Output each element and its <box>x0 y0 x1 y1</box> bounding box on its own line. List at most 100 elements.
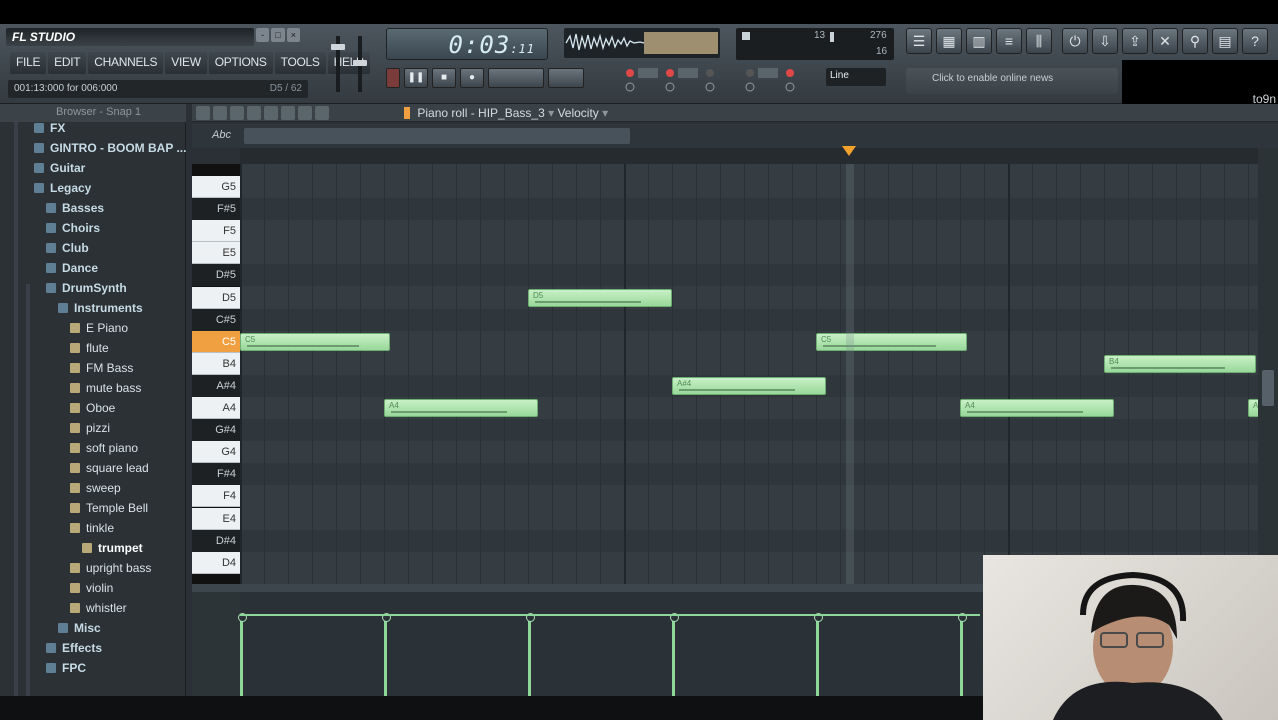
browser-file[interactable]: Oboe <box>70 398 115 418</box>
piano-key[interactable]: A4 <box>192 397 240 420</box>
menu-options[interactable]: OPTIONS <box>208 52 273 74</box>
note[interactable]: C5 <box>240 332 390 351</box>
menu-tools[interactable]: TOOLS <box>274 52 326 74</box>
vertical-scrollbar[interactable] <box>1258 148 1278 584</box>
step-sequencer-icon[interactable]: ▦ <box>936 28 962 54</box>
piano-key[interactable]: D#4 <box>192 529 240 552</box>
help-icon[interactable]: ? <box>1242 28 1268 54</box>
tempo-display[interactable] <box>488 68 544 88</box>
piano-key[interactable]: A#4 <box>192 374 240 397</box>
note[interactable]: D5 <box>528 288 672 307</box>
piano-key[interactable]: F#5 <box>192 198 240 221</box>
slice-tool-icon[interactable] <box>264 106 278 120</box>
note[interactable]: A4 <box>384 399 538 417</box>
mute-tool-icon[interactable] <box>247 106 261 120</box>
minimize-button[interactable]: - <box>256 28 270 42</box>
browser-folder[interactable]: Legacy <box>34 178 91 198</box>
stamp-label[interactable]: Abc <box>212 129 231 141</box>
velocity-bar[interactable] <box>238 613 247 696</box>
piano-key[interactable]: D5 <box>192 286 240 309</box>
browser-file[interactable]: flute <box>70 338 109 358</box>
browser-folder[interactable]: Club <box>46 238 89 258</box>
menu-view[interactable]: VIEW <box>165 52 207 74</box>
pause-button[interactable]: ❚❚ <box>404 68 428 88</box>
velocity-bar[interactable] <box>958 613 967 696</box>
snap-select[interactable]: Line <box>826 68 886 86</box>
piano-key[interactable]: G#4 <box>192 419 240 442</box>
browser-folder[interactable]: Dance <box>46 258 98 278</box>
browser-folder[interactable]: FX <box>34 118 65 138</box>
piano-key[interactable]: B4 <box>192 352 240 375</box>
browser-folder[interactable]: Effects <box>46 638 102 658</box>
note[interactable]: A4 <box>1248 399 1258 417</box>
browser-folder[interactable]: Instruments <box>58 298 143 318</box>
time-ruler[interactable] <box>240 148 1258 164</box>
browser-file[interactable]: soft piano <box>70 438 138 458</box>
browser-file[interactable]: E Piano <box>70 318 128 338</box>
vertical-scroll-thumb[interactable] <box>1262 370 1274 406</box>
online-news-button[interactable]: Click to enable online news <box>906 68 1118 94</box>
browser-folder[interactable]: Misc <box>58 618 101 638</box>
browser-file[interactable]: tinkle <box>70 518 114 538</box>
pencil-tool-icon[interactable] <box>196 106 210 120</box>
tools-icon[interactable]: ✕ <box>1152 28 1178 54</box>
piano-roll-view[interactable]: Velocity <box>557 106 598 120</box>
select-tool-icon[interactable] <box>281 106 295 120</box>
record-button[interactable]: ● <box>460 68 484 88</box>
velocity-bar[interactable] <box>814 613 823 696</box>
piano-key[interactable]: D#5 <box>192 264 240 287</box>
maximize-button[interactable]: □ <box>271 28 285 42</box>
stop-button[interactable]: ■ <box>432 68 456 88</box>
browser-file[interactable]: sweep <box>70 478 121 498</box>
browser-icon[interactable]: ≡ <box>996 28 1022 54</box>
playlist-icon[interactable]: ☰ <box>906 28 932 54</box>
search-icon[interactable]: ⚲ <box>1182 28 1208 54</box>
power-icon[interactable]: ⏻ <box>1062 28 1088 54</box>
piano-key[interactable]: E4 <box>192 507 240 530</box>
pattern-song-toggle[interactable] <box>386 68 400 88</box>
zoom-tool-icon[interactable] <box>298 106 312 120</box>
mixer-icon[interactable]: ⫼ <box>1026 28 1052 54</box>
horizontal-scrollbar[interactable] <box>244 128 630 144</box>
browser-file[interactable]: upright bass <box>70 558 151 578</box>
browser-folder[interactable]: Guitar <box>34 158 85 178</box>
velocity-bar[interactable] <box>670 613 679 696</box>
piano-key[interactable]: F5 <box>192 220 240 243</box>
delete-tool-icon[interactable] <box>230 106 244 120</box>
master-pitch-knob[interactable] <box>353 60 367 66</box>
playhead-marker[interactable] <box>842 146 856 156</box>
browser-folder[interactable]: DrumSynth <box>46 278 127 298</box>
browser-folder[interactable]: Choirs <box>46 218 100 238</box>
browser-folder[interactable]: Basses <box>46 198 104 218</box>
piano-key[interactable]: D4 <box>192 551 240 574</box>
note[interactable]: A4 <box>960 399 1114 417</box>
close-button[interactable]: × <box>286 28 300 42</box>
browser-file[interactable]: mute bass <box>70 378 141 398</box>
browser-file[interactable]: Temple Bell <box>70 498 148 518</box>
browser-file[interactable]: violin <box>70 578 113 598</box>
piano-key[interactable]: F#4 <box>192 463 240 486</box>
menu-edit[interactable]: EDIT <box>48 52 87 74</box>
menu-file[interactable]: FILE <box>10 52 47 74</box>
piano-roll-icon[interactable]: ▥ <box>966 28 992 54</box>
menu-channels[interactable]: CHANNELS <box>88 52 164 74</box>
export-icon[interactable]: ⇪ <box>1122 28 1148 54</box>
piano-key[interactable]: F4 <box>192 485 240 508</box>
clipboard-icon[interactable]: ▤ <box>1212 28 1238 54</box>
browser-file[interactable]: pizzi <box>70 418 110 438</box>
note[interactable]: A#4 <box>672 376 826 395</box>
time-display[interactable]: 0:03:11 <box>386 28 548 60</box>
note[interactable]: B4 <box>1104 354 1256 373</box>
brush-tool-icon[interactable] <box>213 106 227 120</box>
browser-folder[interactable]: FPC <box>46 658 86 678</box>
piano-key[interactable]: E5 <box>192 242 240 265</box>
piano-key[interactable]: G4 <box>192 441 240 464</box>
render-icon[interactable]: ⇩ <box>1092 28 1118 54</box>
browser-file[interactable]: trumpet <box>82 538 143 558</box>
browser-file[interactable]: whistler <box>70 598 127 618</box>
master-volume-knob[interactable] <box>331 44 345 50</box>
velocity-bar[interactable] <box>526 613 535 696</box>
browser-file[interactable]: FM Bass <box>70 358 133 378</box>
pattern-display[interactable] <box>548 68 584 88</box>
note-grid[interactable]: C5 A4 D5 A#4 C5 A4 B4 A4 <box>240 164 1258 584</box>
